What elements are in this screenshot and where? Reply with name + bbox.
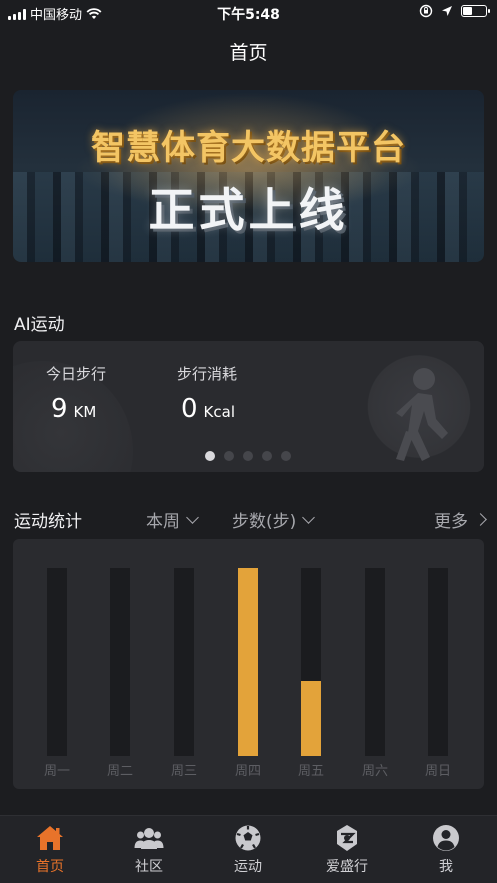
chart-day-label: 周六: [361, 764, 388, 779]
banner-subheadline: 正式上线: [148, 183, 349, 237]
tab-sport[interactable]: 运动: [208, 824, 288, 876]
chart-bar: [238, 568, 258, 756]
home-icon: [37, 826, 63, 850]
chart-bar: [301, 681, 321, 756]
ai-sport-card[interactable]: 今日步行 9 KM 步行消耗 0 Kcal: [13, 341, 484, 472]
tab-label: 爱盛行: [326, 859, 368, 875]
user-profile-icon: [433, 825, 459, 851]
chart-bar-track: [428, 568, 448, 756]
period-value: 本周: [146, 512, 180, 532]
tab-label: 首页: [36, 859, 64, 875]
chart-bar-track: [365, 568, 385, 756]
status-right: [419, 4, 490, 18]
stat-walk-calories: 步行消耗 0 Kcal: [177, 363, 237, 424]
battery-level: [463, 7, 473, 15]
location-arrow-icon: [442, 6, 452, 16]
chevron-right-icon: [474, 513, 487, 526]
tab-label: 运动: [234, 859, 262, 875]
community-icon: [134, 828, 164, 849]
stat-unit: Kcal: [203, 403, 235, 421]
walking-person-icon: [396, 368, 448, 461]
stats-section-title: 运动统计: [14, 512, 82, 532]
more-label: 更多: [434, 512, 468, 532]
metric-dropdown[interactable]: 步数(步): [232, 507, 316, 532]
chevron-down-icon: [186, 510, 199, 524]
rotation-lock-icon: [419, 4, 433, 18]
chart-bar-track: [238, 568, 258, 756]
page-title: 首页: [229, 42, 268, 64]
banner-headline: 智慧体育大数据平台: [91, 128, 406, 168]
metric-value: 步数(步): [232, 512, 297, 532]
tab-ai-sheng-xing[interactable]: 爱盛行: [307, 824, 387, 876]
pager-dot[interactable]: [281, 451, 291, 461]
pager-dot[interactable]: [243, 451, 253, 461]
soccer-ball-icon: [235, 825, 261, 851]
tab-label: 社区: [135, 859, 163, 875]
ai-section-title: AI运动: [14, 315, 65, 335]
chart-day-label: 周一: [43, 764, 70, 779]
period-dropdown[interactable]: 本周: [146, 507, 199, 532]
chart-bar-track: [110, 568, 130, 756]
stat-value: 9 KM: [46, 394, 106, 424]
status-bar: 中国移动 下午5:48: [0, 0, 497, 26]
chevron-down-icon: [302, 510, 316, 524]
pager-dot[interactable]: [224, 451, 234, 461]
stat-number: 0: [181, 394, 198, 424]
pager-dots: [205, 451, 291, 461]
tab-profile[interactable]: 我: [406, 824, 486, 876]
pager-dot[interactable]: [205, 451, 215, 461]
stat-number: 9: [51, 394, 68, 424]
ai-sheng-xing-icon: [337, 825, 357, 851]
tab-community[interactable]: 社区: [109, 824, 189, 876]
chart-day-label: 周三: [170, 764, 197, 779]
tab-home[interactable]: 首页: [10, 824, 90, 876]
stats-header: 运动统计 本周 步数(步) 更多: [0, 504, 497, 534]
stat-walk-distance: 今日步行 9 KM: [46, 363, 106, 424]
chart-bar-track: [301, 568, 321, 756]
promo-banner[interactable]: 智慧体育大数据平台 正式上线: [13, 90, 484, 262]
chart-day-label: 周五: [297, 764, 324, 779]
pager-dot[interactable]: [262, 451, 272, 461]
stat-label: 步行消耗: [177, 365, 238, 383]
chart-bar-track: [47, 568, 67, 756]
bottom-tab-bar: 首页 社区 运动 爱盛行 我: [0, 815, 497, 883]
stat-value: 0 Kcal: [177, 394, 237, 424]
chart-day-label: 周四: [234, 764, 261, 779]
chart-bar-track: [174, 568, 194, 756]
stat-unit: KM: [73, 403, 97, 421]
weekly-steps-chart: 周一 周二 周三 周四 周五 周六 周日: [13, 539, 484, 789]
stat-label: 今日步行: [46, 365, 107, 383]
battery-icon: [461, 5, 490, 17]
more-link[interactable]: 更多: [434, 507, 487, 532]
chart-day-label: 周二: [106, 764, 133, 779]
chart-day-label: 周日: [424, 764, 451, 779]
tab-label: 我: [439, 859, 453, 875]
